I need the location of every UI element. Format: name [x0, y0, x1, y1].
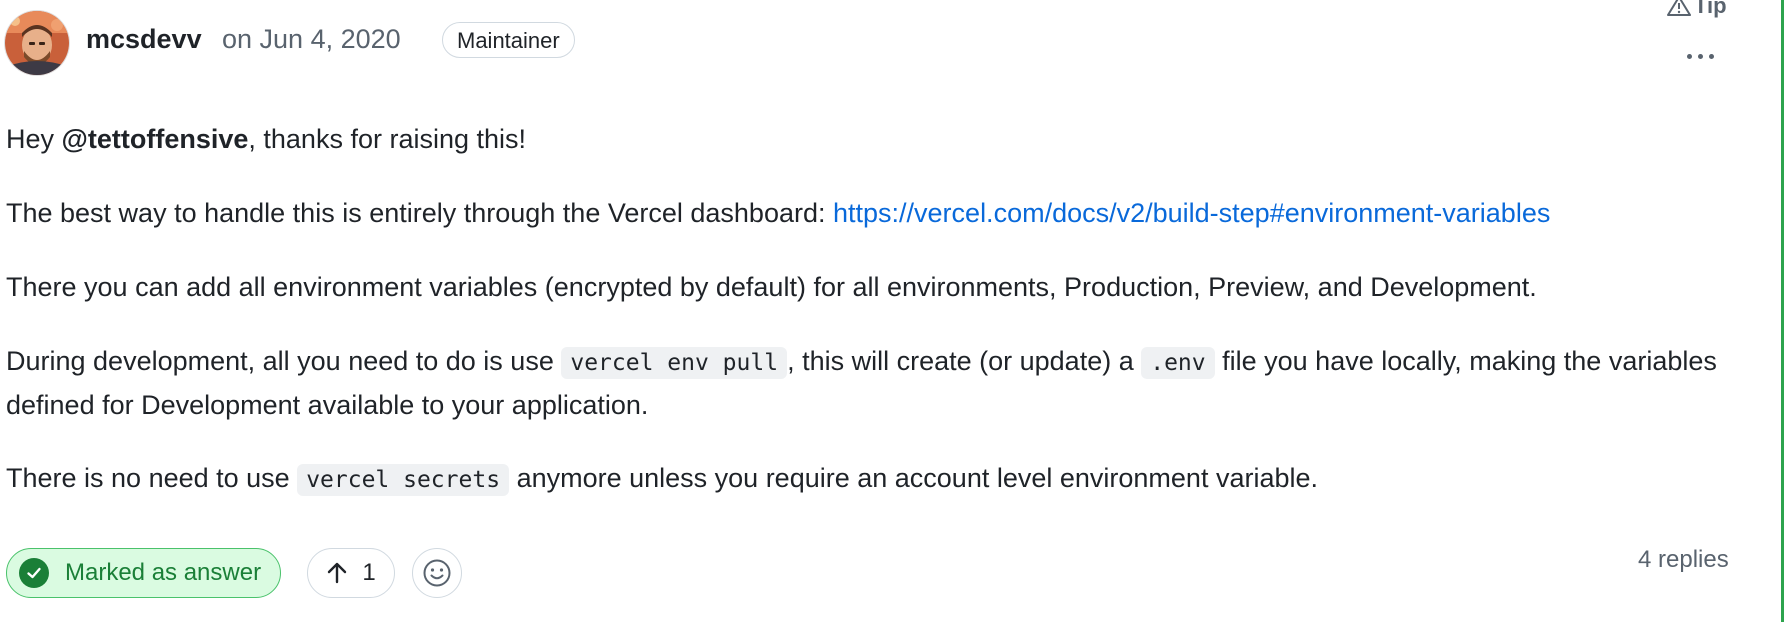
arrow-up-icon	[328, 562, 347, 584]
replies-count[interactable]: 4 replies	[1638, 546, 1729, 574]
upvote-count: 1	[362, 559, 376, 586]
text: There is no need to use	[6, 463, 298, 493]
inline-code: vercel secrets	[297, 464, 510, 496]
kebab-menu-icon[interactable]	[1680, 44, 1720, 68]
paragraph-dashboard: The best way to handle this is entirely …	[6, 192, 1550, 234]
paragraph-development: During development, all you need to do i…	[6, 340, 1736, 426]
smiley-icon	[423, 559, 451, 587]
text: There you can add all environment variab…	[6, 272, 1537, 302]
text: , this will create (or update) a	[787, 346, 1142, 376]
tip-indicator: Tip	[1666, 0, 1727, 19]
text: Hey	[6, 124, 62, 154]
text: During development, all you need to do i…	[6, 346, 562, 376]
marked-as-answer-badge[interactable]: Marked as answer	[6, 548, 282, 598]
comment-date[interactable]: on Jun 4, 2020	[222, 24, 401, 55]
add-reaction-button[interactable]	[412, 548, 462, 598]
paragraph-secrets: There is no need to use vercel secrets a…	[6, 457, 1318, 501]
avatar[interactable]	[5, 11, 69, 75]
text: anymore unless you require an account le…	[509, 463, 1319, 493]
user-mention[interactable]: @tettoffensive	[62, 124, 249, 154]
comment-author[interactable]: mcsdevv	[86, 24, 202, 55]
docs-link[interactable]: https://vercel.com/docs/v2/build-step#en…	[833, 198, 1550, 228]
check-circle-icon	[19, 558, 49, 588]
text: , thanks for raising this!	[248, 124, 527, 154]
timeline-accent-rail	[1781, 0, 1784, 622]
text: The best way to handle this is entirely …	[6, 198, 833, 228]
inline-code: vercel env pull	[561, 347, 788, 379]
answer-label: Marked as answer	[65, 559, 262, 586]
tip-label: Tip	[1694, 0, 1727, 18]
paragraph-greeting: Hey @tettoffensive, thanks for raising t…	[6, 118, 526, 160]
paragraph-env-vars: There you can add all environment variab…	[6, 266, 1537, 308]
upvote-button[interactable]: 1	[307, 548, 395, 598]
discussion-comment: mcsdevv on Jun 4, 2020 Maintainer Tip He…	[0, 0, 1770, 622]
tip-alert-icon	[1667, 0, 1691, 16]
role-badge: Maintainer	[442, 22, 575, 58]
inline-code: .env	[1141, 347, 1215, 379]
